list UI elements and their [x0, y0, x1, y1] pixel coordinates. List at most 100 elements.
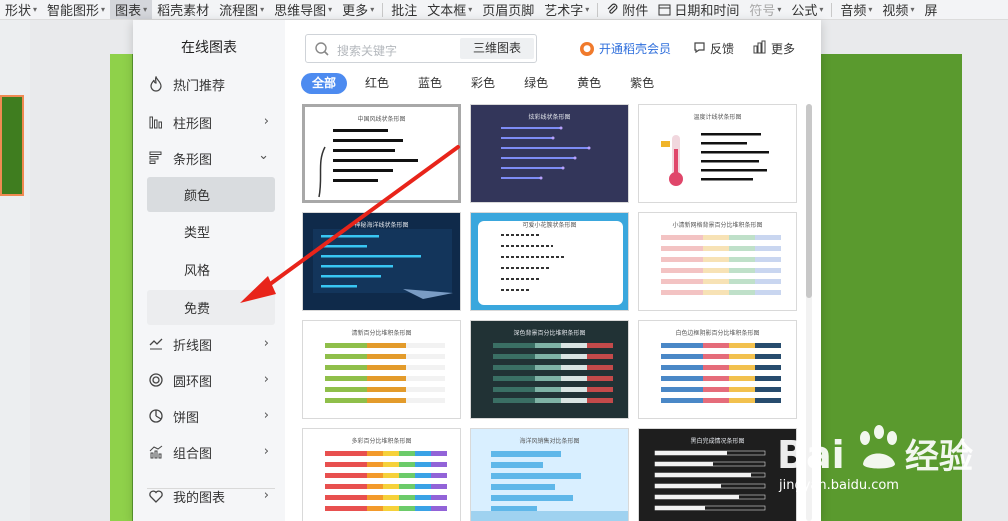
more-button[interactable]: 更多 — [753, 40, 795, 57]
category-label: 热门推荐 — [173, 78, 226, 94]
ribbon-toolbar: 形状 ▾ 智能图形 ▾ 图表 ▾ 稻壳素材 流程图 ▾ 思维导图 ▾ 更多 ▾ 批注 文本框 ▾ 页眉页脚 艺术字… — [0, 0, 1008, 20]
subcategory-style[interactable]: 风格 — [147, 252, 275, 287]
category-line[interactable]: 折线图 › — [147, 327, 275, 361]
filter-chip[interactable]: 蓝色 — [407, 73, 453, 94]
open-member-link[interactable]: ● 开通稻壳会员 — [580, 40, 671, 57]
pie-chart-icon — [147, 407, 165, 425]
toolbar-item-label: 更多 — [342, 4, 369, 19]
toolbar-item[interactable]: 附件 — [601, 0, 653, 19]
toolbar-item-label: 公式 — [791, 4, 818, 19]
toolbar-item[interactable]: 流程图 ▾ — [214, 0, 269, 19]
bar-chart-icon — [147, 149, 165, 167]
chat-bubble-icon — [693, 41, 706, 57]
filter-chip[interactable]: 黄色 — [566, 73, 612, 94]
chart-template-title: 可爱小花簇状条形图 — [522, 222, 577, 229]
category-my-charts[interactable]: 我的图表 › — [147, 479, 275, 513]
chart-template-card[interactable]: 清新百分比堆积条形图 — [302, 320, 461, 419]
chart-template-card[interactable]: 小清新网格背景百分比堆积条形图 — [638, 212, 797, 311]
category-column[interactable]: 柱形图 › — [147, 105, 275, 139]
toolbar-item[interactable]: 公式 ▾ — [786, 0, 828, 19]
calendar-icon — [658, 3, 671, 16]
caret-down-icon: ▾ — [777, 5, 782, 14]
chart-template-card[interactable]: 温度计线状条形图 — [638, 104, 797, 203]
filter-chip[interactable]: 全部 — [301, 73, 348, 94]
toolbar-item-label: 艺术字 — [544, 4, 584, 19]
chart-template-card[interactable]: 可爱小花簇状条形图 — [470, 212, 629, 311]
chevron-right-icon: › — [263, 336, 269, 351]
category-label: 柱形图 — [173, 116, 213, 132]
chart-template-title: 清新百分比堆积条形图 — [351, 330, 412, 337]
caret-down-icon: ▾ — [819, 5, 824, 14]
category-label: 我的图表 — [173, 490, 226, 506]
toolbar-item[interactable]: 形状 ▾ — [0, 0, 42, 19]
subcategory-free[interactable]: 免费 — [147, 290, 275, 325]
subcategory-color[interactable]: 颜色 — [147, 177, 275, 212]
3d-chart-button[interactable]: 三维图表 — [460, 38, 534, 59]
toolbar-item-label: 屏 — [924, 4, 938, 19]
chart-template-card[interactable]: 神秘海洋线状条形图 — [302, 212, 461, 311]
chart-template-title: 深色背景百分比堆积条形图 — [513, 330, 586, 337]
filter-chip[interactable]: 紫色 — [619, 73, 665, 94]
chart-template-title: 海洋风销售对比条形图 — [519, 438, 580, 445]
fire-outline-icon — [147, 75, 165, 93]
category-ring[interactable]: 圆环图 › — [147, 363, 275, 397]
filter-chip[interactable]: 红色 — [354, 73, 400, 94]
toolbar-item[interactable]: 视频 ▾ — [877, 0, 919, 19]
chart-template-title: 小清新网格背景百分比堆积条形图 — [672, 222, 763, 229]
chevron-right-icon: › — [263, 444, 269, 459]
chart-template-card[interactable]: 海洋风销售对比条形图 — [470, 428, 629, 521]
filter-chip[interactable]: 彩色 — [460, 73, 506, 94]
toolbar-item[interactable]: 音频 ▾ — [835, 0, 877, 19]
toolbar-item[interactable]: 图表 ▾ — [110, 0, 153, 19]
toolbar-item[interactable]: 思维导图 ▾ — [269, 0, 337, 19]
toolbar-item[interactable]: 屏 — [919, 0, 942, 19]
toolbar-item-label: 流程图 — [219, 4, 259, 19]
category-pie[interactable]: 饼图 › — [147, 399, 275, 433]
toolbar-item[interactable]: 页眉页脚 — [477, 0, 539, 19]
filter-chip[interactable]: 绿色 — [513, 73, 559, 94]
subcategory-type[interactable]: 类型 — [147, 214, 275, 249]
slide-thumbnail-panel — [0, 20, 30, 521]
search-box[interactable]: 搜索关键字 三维图表 — [305, 34, 537, 63]
caret-down-icon: ▾ — [910, 5, 915, 14]
toolbar-item-label: 附件 — [622, 4, 649, 19]
chart-template-card[interactable]: 白色边框阴影百分比堆积条形图 — [638, 320, 797, 419]
chevron-down-icon: ⌄ — [258, 148, 269, 163]
chart-template-card[interactable]: 黑白完成情况条形图 — [638, 428, 797, 521]
chart-template-card[interactable]: 深色背景百分比堆积条形图 — [470, 320, 629, 419]
toolbar-item[interactable]: 艺术字 ▾ — [539, 0, 594, 19]
category-bar[interactable]: 条形图 ⌄ — [147, 141, 275, 175]
toolbar-item-label: 页眉页脚 — [482, 4, 535, 19]
line-chart-icon — [147, 335, 165, 353]
chart-template-card[interactable]: 多彩百分比堆积条形图 — [302, 428, 461, 521]
fire-badge-icon: ● — [580, 41, 594, 56]
more-label: 更多 — [771, 42, 796, 56]
toolbar-item[interactable]: 日期和时间 — [653, 0, 744, 19]
heart-icon — [147, 487, 165, 505]
scrollbar-thumb[interactable] — [806, 104, 812, 298]
caret-down-icon: ▾ — [143, 5, 148, 14]
toolbar-item[interactable]: 更多 ▾ — [337, 0, 379, 19]
toolbar-item[interactable]: 文本框 ▾ — [422, 0, 477, 19]
toolbar-item[interactable]: 智能图形 ▾ — [42, 0, 110, 19]
color-filter-bar: 全部 红色 蓝色 彩色 绿色 黄色 紫色 — [301, 73, 672, 94]
category-combo[interactable]: 组合图 › — [147, 435, 275, 469]
category-hot[interactable]: 热门推荐 — [147, 67, 275, 101]
toolbar-item-label: 图表 — [115, 4, 142, 19]
slide-thumbnail[interactable] — [0, 95, 24, 196]
chart-template-title: 多彩百分比堆积条形图 — [351, 438, 412, 445]
caret-down-icon: ▾ — [468, 5, 473, 14]
chart-template-title: 炫彩线状条形图 — [528, 114, 571, 121]
toolbar-item[interactable]: 稻壳素材 — [152, 0, 214, 19]
feedback-button[interactable]: 反馈 — [693, 40, 734, 57]
chart-template-card[interactable]: 中国风线状条形图 — [302, 104, 461, 203]
category-label: 圆环图 — [173, 374, 213, 390]
toolbar-item-label: 日期和时间 — [674, 4, 740, 19]
search-icon — [314, 41, 330, 57]
toolbar-item-label: 音频 — [840, 4, 867, 19]
toolbar-item[interactable]: 批注 — [386, 0, 422, 19]
chart-template-card[interactable]: 炫彩线状条形图 — [470, 104, 629, 203]
toolbar-separator — [382, 2, 384, 17]
chart-template-title: 温度计线状条形图 — [693, 114, 742, 121]
toolbar-item[interactable]: 符号 ▾ — [744, 0, 786, 19]
